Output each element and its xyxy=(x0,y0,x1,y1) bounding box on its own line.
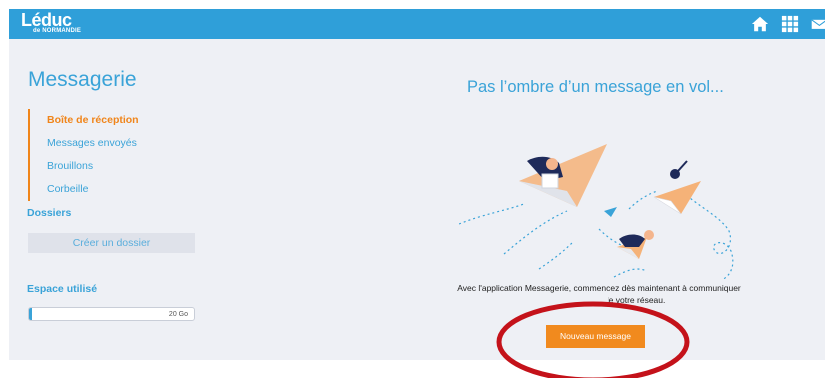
top-bar-icons xyxy=(751,9,825,39)
paper-plane-illustration xyxy=(459,144,734,279)
storage-total-label: 20 Go xyxy=(168,311,188,318)
description-overlap xyxy=(533,295,608,306)
folder-trash[interactable]: Corbeille xyxy=(30,178,139,201)
folder-inbox[interactable]: Boîte de réception xyxy=(30,109,139,132)
description-line-1: Avec l'application Messagerie, commencez… xyxy=(457,283,741,293)
page-title: Messagerie xyxy=(28,68,137,91)
storage-heading: Espace utilisé xyxy=(27,283,98,295)
new-message-button[interactable]: Nouveau message xyxy=(546,325,645,348)
educ-logo[interactable]: Léduc de NORMANDIE xyxy=(21,10,82,37)
storage-progress-fill xyxy=(29,308,33,320)
top-bar: Léduc de NORMANDIE xyxy=(9,9,825,39)
empty-state-title: Pas l’ombre d’un message en vol... xyxy=(467,78,724,96)
folder-list: Boîte de réception Messages envoyés Brou… xyxy=(28,109,139,201)
mail-icon[interactable] xyxy=(811,15,825,33)
logo-sub-text: de NORMANDIE xyxy=(33,28,82,34)
storage-progress-bar: 20 Go xyxy=(28,307,195,321)
folder-drafts[interactable]: Brouillons xyxy=(30,155,139,178)
folder-sent[interactable]: Messages envoyés xyxy=(30,132,139,155)
dossiers-heading: Dossiers xyxy=(27,207,72,219)
home-icon[interactable] xyxy=(751,15,769,33)
apps-grid-icon[interactable] xyxy=(781,15,799,33)
messagerie-page: Messagerie Boîte de réception Messages e… xyxy=(9,39,825,360)
create-folder-button[interactable]: Créer un dossier xyxy=(28,233,195,253)
